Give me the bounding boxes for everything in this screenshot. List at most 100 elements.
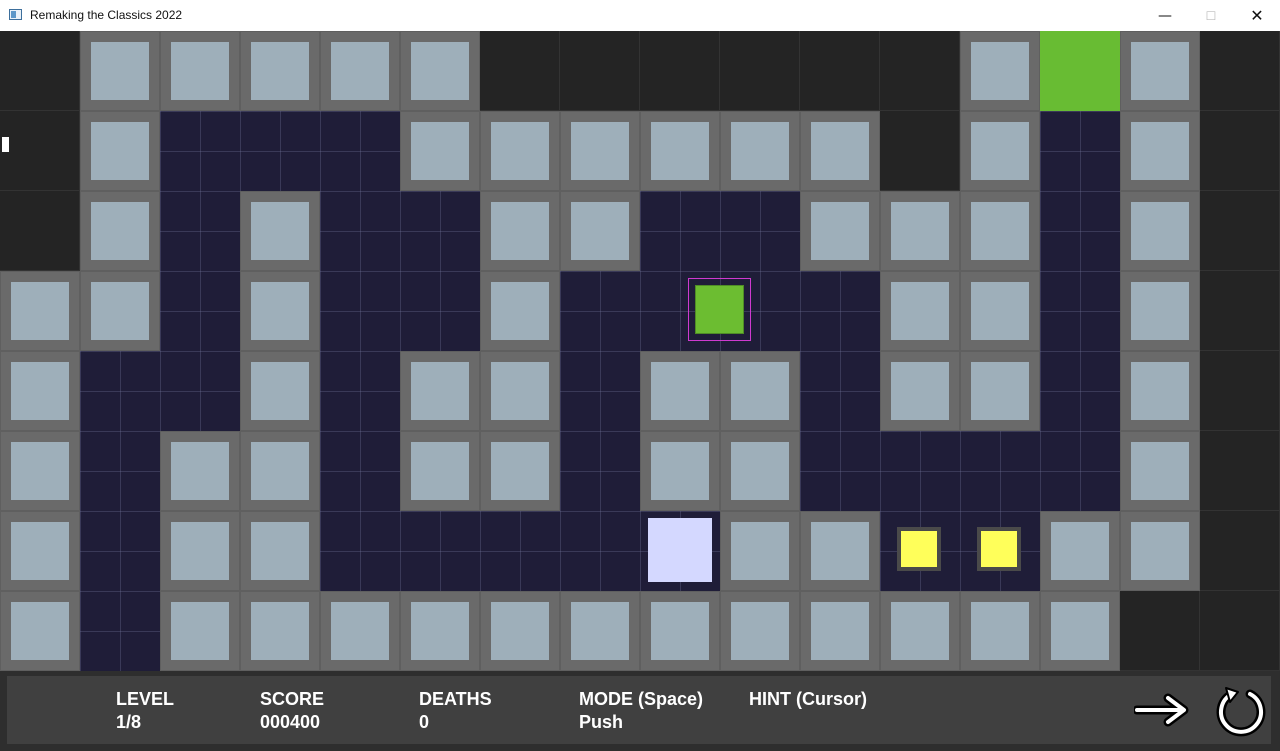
wall-tile <box>880 271 960 351</box>
wall-tile <box>0 351 80 431</box>
floor-tile <box>720 191 800 271</box>
wall-tile <box>480 191 560 271</box>
floor-tile <box>560 431 640 511</box>
wall-tile <box>640 351 720 431</box>
wall-tile <box>800 191 880 271</box>
wall-tile <box>320 31 400 111</box>
empty-tile <box>1200 351 1280 431</box>
floor-tile <box>160 351 240 431</box>
text-cursor-marker <box>2 137 9 152</box>
wall-tile <box>0 591 80 671</box>
floor-tile <box>1040 271 1120 351</box>
wall-tile <box>720 351 800 431</box>
minimize-button[interactable]: — <box>1142 0 1188 31</box>
empty-tile <box>1200 271 1280 351</box>
wall-tile <box>960 351 1040 431</box>
floor-tile <box>80 591 160 671</box>
floor-tile <box>320 351 400 431</box>
player-body <box>695 285 744 334</box>
player-character <box>688 278 751 341</box>
floor-tile <box>800 431 880 511</box>
floor-tile <box>1040 191 1120 271</box>
wall-tile <box>480 591 560 671</box>
empty-tile <box>640 31 720 111</box>
deaths-value: 0 <box>419 712 430 732</box>
floor-tile <box>160 111 240 191</box>
wall-tile <box>480 271 560 351</box>
wall-tile <box>400 111 480 191</box>
wall-tile <box>800 591 880 671</box>
arrow-right-icon[interactable] <box>1134 690 1192 730</box>
floor-tile <box>320 271 400 351</box>
hud-panel: LEVEL 1/8 SCORE 000400 DEATHS 0 MODE (Sp… <box>7 676 1271 744</box>
floor-tile <box>320 431 400 511</box>
empty-tile <box>880 111 960 191</box>
wall-tile <box>400 591 480 671</box>
wall-tile <box>80 111 160 191</box>
mode-stat: MODE (Space) Push <box>579 688 703 734</box>
app-icon <box>9 9 22 20</box>
window-title: Remaking the Classics 2022 <box>30 8 183 22</box>
wall-tile <box>1120 351 1200 431</box>
wall-tile <box>320 591 400 671</box>
title-bar: Remaking the Classics 2022 — ☐ ✕ <box>0 0 1280 32</box>
wall-tile <box>960 591 1040 671</box>
floor-tile <box>160 271 240 351</box>
empty-tile <box>0 31 80 111</box>
wall-tile <box>1120 511 1200 591</box>
push-block <box>648 518 712 582</box>
empty-tile <box>1200 591 1280 671</box>
wall-tile <box>160 511 240 591</box>
wall-tile <box>560 191 640 271</box>
empty-tile <box>880 31 960 111</box>
wall-tile <box>720 111 800 191</box>
deaths-label: DEATHS <box>419 689 492 709</box>
restart-icon[interactable] <box>1212 684 1268 740</box>
score-value: 000400 <box>260 712 321 732</box>
wall-tile <box>880 191 960 271</box>
maximize-button[interactable]: ☐ <box>1188 0 1234 31</box>
empty-tile <box>1200 511 1280 591</box>
deaths-stat: DEATHS 0 <box>419 688 492 734</box>
floor-tile <box>80 431 160 511</box>
wall-tile <box>0 271 80 351</box>
wall-tile <box>800 111 880 191</box>
floor-tile <box>400 511 480 591</box>
floor-tile <box>480 511 560 591</box>
game-board[interactable] <box>0 31 1280 671</box>
level-label: LEVEL <box>116 689 175 709</box>
wall-tile <box>400 431 480 511</box>
close-button[interactable]: ✕ <box>1234 0 1280 31</box>
empty-tile <box>800 31 880 111</box>
floor-tile <box>320 511 400 591</box>
wall-tile <box>1120 271 1200 351</box>
wall-tile <box>1040 511 1120 591</box>
hint-label: HINT (Cursor) <box>749 689 867 709</box>
empty-tile <box>720 31 800 111</box>
hint-stat: HINT (Cursor) <box>749 688 867 710</box>
wall-tile <box>720 431 800 511</box>
empty-tile <box>1200 31 1280 111</box>
floor-tile <box>160 191 240 271</box>
floor-tile <box>560 351 640 431</box>
floor-tile <box>880 431 960 511</box>
wall-tile <box>480 431 560 511</box>
wall-tile <box>160 431 240 511</box>
floor-tile <box>240 111 320 191</box>
wall-tile <box>640 431 720 511</box>
wall-tile <box>880 591 960 671</box>
wall-tile <box>480 111 560 191</box>
wall-tile <box>80 271 160 351</box>
floor-tile <box>800 271 880 351</box>
wall-tile <box>0 511 80 591</box>
wall-tile <box>960 191 1040 271</box>
wall-tile <box>240 431 320 511</box>
wall-tile <box>640 111 720 191</box>
floor-tile <box>960 431 1040 511</box>
floor-tile <box>80 351 160 431</box>
wall-tile <box>240 271 320 351</box>
empty-tile <box>1120 591 1200 671</box>
wall-tile <box>400 31 480 111</box>
floor-tile <box>400 271 480 351</box>
wall-tile <box>80 31 160 111</box>
